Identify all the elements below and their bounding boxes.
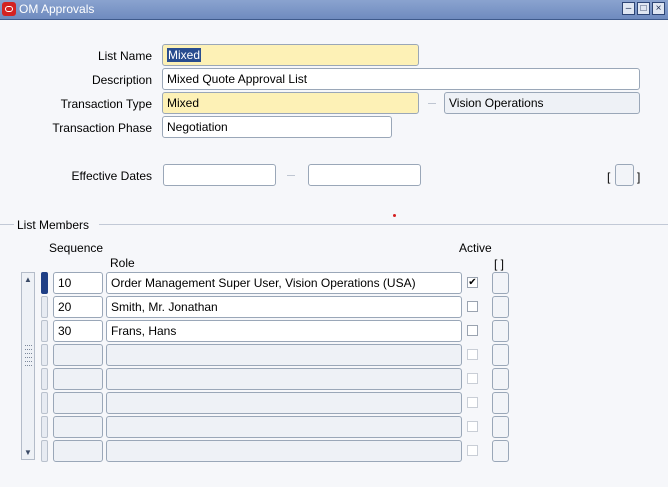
row-indicator[interactable]: [41, 440, 48, 462]
role-field[interactable]: Frans, Hans: [106, 320, 462, 342]
scroll-grip: [25, 357, 32, 359]
column-header-sequence: Sequence: [49, 241, 104, 255]
row-flexfield-button[interactable]: [492, 368, 509, 390]
effective-dates-label: Effective Dates: [71, 169, 152, 183]
list-name-field[interactable]: Mixed: [162, 44, 419, 66]
date-range-separator: [287, 175, 295, 176]
active-checkbox[interactable]: [467, 349, 478, 360]
role-field[interactable]: [106, 440, 462, 462]
operating-unit-field: Vision Operations: [444, 92, 640, 114]
sequence-field[interactable]: [53, 416, 103, 438]
minimize-button[interactable]: –: [622, 2, 635, 15]
effective-date-from-field[interactable]: [163, 164, 276, 186]
description-field[interactable]: Mixed Quote Approval List: [162, 68, 640, 90]
field-separator: [428, 103, 436, 104]
row-indicator[interactable]: [41, 272, 48, 294]
scroll-down-icon[interactable]: ▼: [24, 448, 32, 457]
active-checkbox[interactable]: ✔: [467, 277, 478, 288]
row-flexfield-button[interactable]: [492, 272, 509, 294]
row-indicator[interactable]: [41, 416, 48, 438]
column-header-role: Role: [110, 256, 135, 270]
row-flexfield-button[interactable]: [492, 320, 509, 342]
window-title: OM Approvals: [19, 2, 95, 16]
sequence-field[interactable]: [53, 392, 103, 414]
role-field[interactable]: [106, 368, 462, 390]
transaction-type-field[interactable]: Mixed: [162, 92, 419, 114]
flexfield-bracket-open: [: [607, 170, 611, 184]
role-field[interactable]: Smith, Mr. Jonathan: [106, 296, 462, 318]
active-checkbox[interactable]: [467, 421, 478, 432]
status-dot: [393, 214, 396, 217]
row-indicator[interactable]: [41, 320, 48, 342]
sequence-field[interactable]: 30: [53, 320, 103, 342]
scroll-grip: [25, 365, 32, 367]
sequence-field[interactable]: [53, 344, 103, 366]
transaction-type-label: Transaction Type: [60, 97, 152, 111]
row-indicator[interactable]: [41, 368, 48, 390]
scroll-grip: [25, 349, 32, 351]
transaction-phase-field[interactable]: Negotiation: [162, 116, 392, 138]
active-checkbox[interactable]: [467, 445, 478, 456]
role-field[interactable]: [106, 416, 462, 438]
description-label: Description: [91, 73, 152, 87]
descriptive-flexfield-button[interactable]: [615, 164, 634, 186]
list-members-title: List Members: [17, 218, 90, 232]
role-field[interactable]: [106, 392, 462, 414]
row-indicator[interactable]: [41, 296, 48, 318]
oracle-app-icon: [2, 2, 16, 16]
sequence-field[interactable]: 20: [53, 296, 103, 318]
scroll-grip: [25, 353, 32, 355]
active-checkbox[interactable]: [467, 325, 478, 336]
row-flexfield-button[interactable]: [492, 392, 509, 414]
row-flexfield-button[interactable]: [492, 440, 509, 462]
scroll-grip: [25, 361, 32, 363]
active-checkbox[interactable]: [467, 397, 478, 408]
list-name-label: List Name: [97, 49, 152, 63]
flexfield-bracket-close: ]: [637, 170, 641, 184]
sequence-field[interactable]: [53, 440, 103, 462]
section-line-right: [99, 224, 668, 225]
section-line-left: [0, 224, 14, 225]
active-checkbox[interactable]: [467, 373, 478, 384]
list-scrollbar[interactable]: ▲ ▼: [21, 272, 35, 460]
maximize-button[interactable]: □: [637, 2, 650, 15]
scroll-grip: [25, 345, 32, 347]
role-field[interactable]: Order Management Super User, Vision Oper…: [106, 272, 462, 294]
scroll-up-icon[interactable]: ▲: [24, 275, 32, 284]
effective-date-to-field[interactable]: [308, 164, 421, 186]
sequence-field[interactable]: 10: [53, 272, 103, 294]
row-flexfield-button[interactable]: [492, 344, 509, 366]
list-name-value: Mixed: [167, 48, 202, 62]
role-field[interactable]: [106, 344, 462, 366]
active-checkbox[interactable]: [467, 301, 478, 312]
row-indicator[interactable]: [41, 344, 48, 366]
row-flexfield-button[interactable]: [492, 296, 509, 318]
column-header-flexfield: [ ]: [494, 257, 505, 271]
transaction-phase-label: Transaction Phase: [52, 121, 152, 135]
row-flexfield-button[interactable]: [492, 416, 509, 438]
column-header-active: Active: [459, 241, 492, 255]
window-title-bar: OM Approvals – □ ×: [0, 0, 668, 20]
close-button[interactable]: ×: [652, 2, 665, 15]
sequence-field[interactable]: [53, 368, 103, 390]
row-indicator[interactable]: [41, 392, 48, 414]
